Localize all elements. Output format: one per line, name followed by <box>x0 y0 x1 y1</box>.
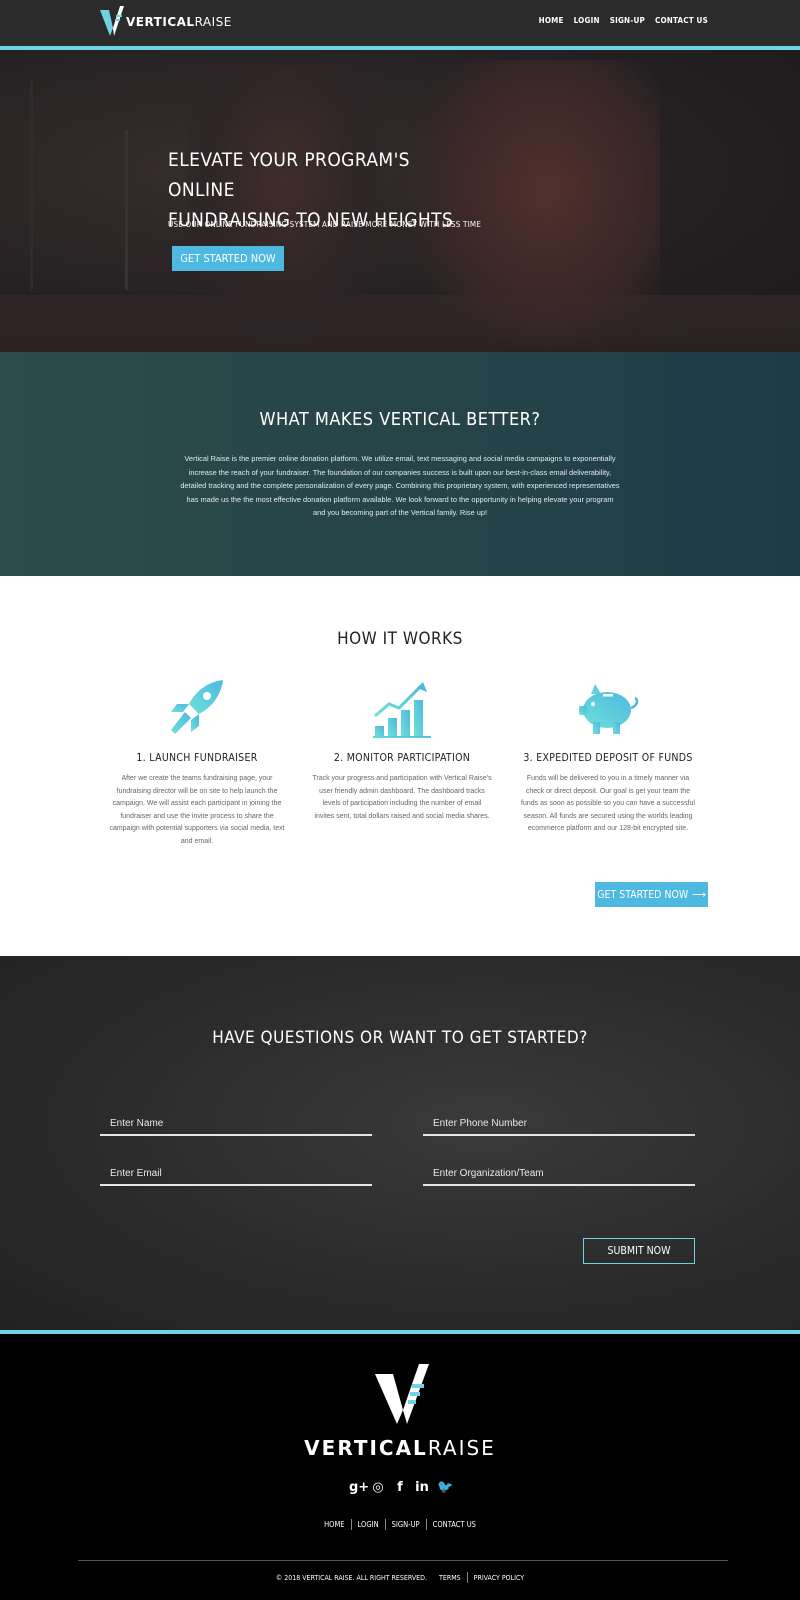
contact-title: HAVE QUESTIONS OR WANT TO GET STARTED? <box>212 1028 588 1048</box>
twitter-icon[interactable]: 🐦 <box>437 1480 453 1495</box>
footer-link-contact[interactable]: CONTACT US <box>427 1520 482 1529</box>
nav-item-contact[interactable]: CONTACT US <box>655 16 708 25</box>
facebook-icon[interactable]: f <box>393 1480 407 1495</box>
hero-get-started-button[interactable]: GET STARTED NOW <box>172 246 284 271</box>
footer-link-home[interactable]: HOME <box>318 1520 350 1529</box>
how-cta-label: GET STARTED NOW <box>597 888 689 901</box>
step-2-body: Track your progress and participation wi… <box>312 775 492 820</box>
hero-subhead: USE OUR ONLINE FUNDRAISING SYSTEM AND RA… <box>168 220 482 229</box>
how-title: HOW IT WORKS <box>337 629 463 649</box>
step-1-title: 1. LAUNCH FUNDRAISER <box>136 752 258 764</box>
google-plus-icon[interactable]: g+ <box>349 1480 369 1495</box>
contact-section: HAVE QUESTIONS OR WANT TO GET STARTED? S… <box>0 956 800 1330</box>
about-section: WHAT MAKES VERTICAL BETTER? Vertical Rai… <box>0 352 800 576</box>
social-links: g+ ◎ f in 🐦 <box>0 1480 800 1495</box>
footer-divider <box>78 1560 728 1561</box>
rocket-icon <box>171 680 223 734</box>
footer: VERTICALRAISE g+ ◎ f in 🐦 HOME LOGIN SIG… <box>0 1334 800 1600</box>
terms-link[interactable]: TERMS <box>433 1574 467 1582</box>
privacy-policy-link[interactable]: PRIVACY POLICY <box>468 1574 530 1582</box>
step-1-body: After we create the teams fundraising pa… <box>109 775 285 845</box>
instagram-icon[interactable]: ◎ <box>371 1480 385 1495</box>
bar-chart-icon <box>373 682 431 738</box>
logo-wordmark: VERTICALRAISE <box>126 15 232 29</box>
top-nav: VERTICALRAISE HOME LOGIN SIGN-UP CONTACT… <box>0 0 800 46</box>
nav-item-home[interactable]: HOME <box>539 16 564 25</box>
step-expedited-deposit: 3. EXPEDITED DEPOSIT OF FUNDS Funds will… <box>518 676 698 836</box>
footer-link-signup[interactable]: SIGN-UP <box>386 1520 426 1529</box>
how-get-started-button[interactable]: GET STARTED NOW ⟶ <box>595 882 708 907</box>
footer-wordmark: VERTICALRAISE <box>304 1436 496 1460</box>
hero-headline-line-1: ELEVATE YOUR PROGRAM'S ONLINE <box>168 149 410 201</box>
footer-logo-mark-icon <box>375 1364 429 1424</box>
about-title: WHAT MAKES VERTICAL BETTER? <box>259 409 541 430</box>
hero-section: ELEVATE YOUR PROGRAM'S ONLINE FUNDRAISIN… <box>0 50 800 352</box>
step-3-body: Funds will be delivered to you in a time… <box>521 775 695 833</box>
footer-link-login[interactable]: LOGIN <box>352 1520 385 1529</box>
step-3-title: 3. EXPEDITED DEPOSIT OF FUNDS <box>523 752 693 764</box>
footer-legal: © 2018 VERTICAL RAISE. ALL RIGHT RESERVE… <box>0 1572 800 1583</box>
copyright-text: © 2018 VERTICAL RAISE. ALL RIGHT RESERVE… <box>275 1573 427 1582</box>
nav-menu: HOME LOGIN SIGN-UP CONTACT US <box>539 16 708 25</box>
name-input[interactable] <box>100 1112 372 1136</box>
footer-menu: HOME LOGIN SIGN-UP CONTACT US <box>0 1519 800 1530</box>
piggy-bank-icon <box>579 684 639 734</box>
step-launch-fundraiser: 1. LAUNCH FUNDRAISER After we create the… <box>107 676 287 849</box>
step-2-title: 2. MONITOR PARTICIPATION <box>333 752 471 764</box>
linkedin-icon[interactable]: in <box>415 1480 429 1495</box>
nav-item-login[interactable]: LOGIN <box>574 16 600 25</box>
brand-logo[interactable]: VERTICALRAISE <box>100 6 232 38</box>
logo-mark-icon <box>100 6 124 36</box>
step-monitor-participation: 2. MONITOR PARTICIPATION Track your prog… <box>312 676 492 823</box>
nav-item-signup[interactable]: SIGN-UP <box>610 16 645 25</box>
organization-input[interactable] <box>423 1162 695 1186</box>
how-it-works-section: HOW IT WORKS 1. LAUNCH FUNDRAISER After … <box>0 576 800 956</box>
email-input[interactable] <box>100 1162 372 1186</box>
phone-input[interactable] <box>423 1112 695 1136</box>
submit-button[interactable]: SUBMIT NOW <box>583 1238 695 1264</box>
about-body: Vertical Raise is the premier online don… <box>180 454 620 517</box>
arrow-right-icon: ⟶ <box>692 888 706 901</box>
